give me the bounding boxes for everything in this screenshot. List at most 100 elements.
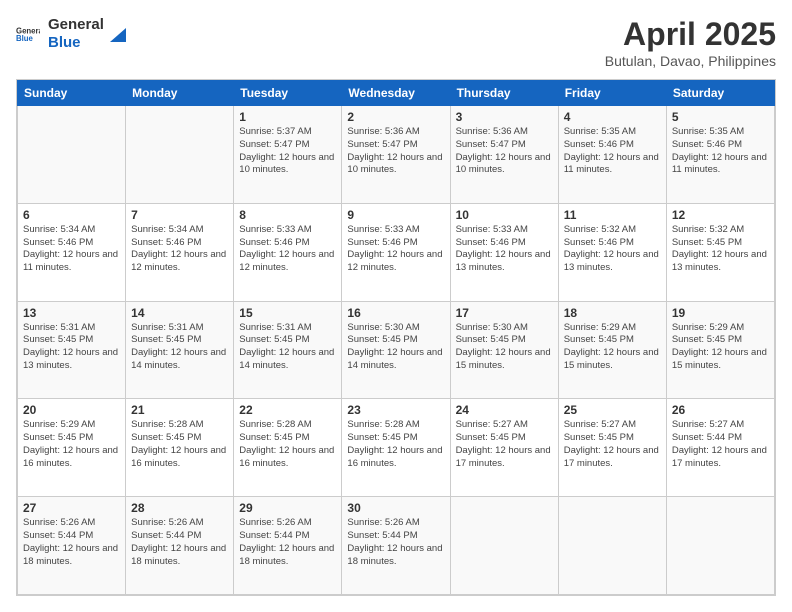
- logo-text-blue: Blue: [48, 34, 104, 52]
- day-number: 6: [23, 208, 120, 222]
- day-number: 4: [564, 110, 661, 124]
- day-info: Sunrise: 5:26 AMSunset: 5:44 PMDaylight:…: [131, 517, 228, 568]
- day-number: 25: [564, 403, 661, 417]
- day-info: Sunrise: 5:34 AMSunset: 5:46 PMDaylight:…: [23, 224, 120, 275]
- svg-text:Blue: Blue: [16, 34, 34, 43]
- logo-icon: General Blue: [16, 22, 40, 46]
- calendar-cell: 23Sunrise: 5:28 AMSunset: 5:45 PMDayligh…: [342, 399, 450, 497]
- header: General Blue General Blue April 2025 But…: [16, 16, 776, 69]
- day-number: 8: [239, 208, 336, 222]
- calendar-cell: 4Sunrise: 5:35 AMSunset: 5:46 PMDaylight…: [558, 106, 666, 204]
- calendar-cell: 28 Sunrise: 5:26 AMSunset: 5:44 PMDayligh…: [126, 497, 234, 595]
- day-number: 17: [456, 306, 553, 320]
- calendar-cell: 27 Sunrise: 5:26 AMSunset: 5:44 PMDayligh…: [18, 497, 126, 595]
- location-subtitle: Butulan, Davao, Philippines: [605, 53, 776, 69]
- day-info: Sunrise: 5:33 AMSunset: 5:46 PMDaylight:…: [239, 224, 336, 275]
- day-info: Sunrise: 5:28 AMSunset: 5:45 PMDaylight:…: [131, 419, 228, 470]
- calendar-cell: 16 Sunrise: 5:30 AMSunset: 5:45 PMDayligh…: [342, 301, 450, 399]
- calendar-cell: 25 Sunrise: 5:27 AMSunset: 5:45 PMDayligh…: [558, 399, 666, 497]
- day-number: 12: [672, 208, 769, 222]
- day-info: Sunrise: 5:32 AMSunset: 5:46 PMDaylight:…: [564, 224, 661, 275]
- day-number: 28: [131, 501, 228, 515]
- calendar-cell: 21 Sunrise: 5:28 AMSunset: 5:45 PMDayligh…: [126, 399, 234, 497]
- day-info: Sunrise: 5:27 AMSunset: 5:45 PMDaylight:…: [564, 419, 661, 470]
- day-info: Sunrise: 5:30 AMSunset: 5:45 PMDaylight:…: [456, 322, 553, 373]
- main-title: April 2025: [605, 16, 776, 53]
- calendar-cell: 7 Sunrise: 5:34 AMSunset: 5:46 PMDaylight…: [126, 203, 234, 301]
- day-info: Sunrise: 5:26 AMSunset: 5:44 PMDaylight:…: [347, 517, 444, 568]
- calendar-header-row: SundayMondayTuesdayWednesdayThursdayFrid…: [18, 81, 775, 106]
- day-info: Sunrise: 5:36 AMSunset: 5:47 PMDaylight:…: [347, 126, 444, 177]
- calendar-week-4: 20 Sunrise: 5:29 AMSunset: 5:45 PMDayligh…: [18, 399, 775, 497]
- day-header-wednesday: Wednesday: [342, 81, 450, 106]
- day-number: 20: [23, 403, 120, 417]
- calendar-week-5: 27 Sunrise: 5:26 AMSunset: 5:44 PMDayligh…: [18, 497, 775, 595]
- calendar-cell: 10 Sunrise: 5:33 AMSunset: 5:46 PMDayligh…: [450, 203, 558, 301]
- day-number: 10: [456, 208, 553, 222]
- day-number: 5: [672, 110, 769, 124]
- day-number: 9: [347, 208, 444, 222]
- day-info: Sunrise: 5:31 AMSunset: 5:45 PMDaylight:…: [23, 322, 120, 373]
- day-header-friday: Friday: [558, 81, 666, 106]
- day-header-thursday: Thursday: [450, 81, 558, 106]
- day-number: 30: [347, 501, 444, 515]
- day-info: Sunrise: 5:36 AMSunset: 5:47 PMDaylight:…: [456, 126, 553, 177]
- calendar-cell: 9Sunrise: 5:33 AMSunset: 5:46 PMDaylight…: [342, 203, 450, 301]
- logo-triangle-icon: [108, 24, 128, 44]
- day-number: 13: [23, 306, 120, 320]
- day-number: 7: [131, 208, 228, 222]
- logo: General Blue General Blue: [16, 16, 128, 52]
- day-info: Sunrise: 5:30 AMSunset: 5:45 PMDaylight:…: [347, 322, 444, 373]
- day-header-monday: Monday: [126, 81, 234, 106]
- calendar-cell: 8 Sunrise: 5:33 AMSunset: 5:46 PMDaylight…: [234, 203, 342, 301]
- day-number: 2: [347, 110, 444, 124]
- calendar-cell: 15 Sunrise: 5:31 AMSunset: 5:45 PMDayligh…: [234, 301, 342, 399]
- day-header-saturday: Saturday: [666, 81, 774, 106]
- day-number: 15: [239, 306, 336, 320]
- day-number: 27: [23, 501, 120, 515]
- calendar-cell: 17 Sunrise: 5:30 AMSunset: 5:45 PMDayligh…: [450, 301, 558, 399]
- day-info: Sunrise: 5:31 AMSunset: 5:45 PMDaylight:…: [131, 322, 228, 373]
- day-info: Sunrise: 5:33 AMSunset: 5:46 PMDaylight:…: [456, 224, 553, 275]
- calendar: SundayMondayTuesdayWednesdayThursdayFrid…: [16, 79, 776, 596]
- calendar-week-1: 1Sunrise: 5:37 AMSunset: 5:47 PMDaylight…: [18, 106, 775, 204]
- calendar-cell: 1Sunrise: 5:37 AMSunset: 5:47 PMDaylight…: [234, 106, 342, 204]
- calendar-cell: 11Sunrise: 5:32 AMSunset: 5:46 PMDayligh…: [558, 203, 666, 301]
- calendar-cell: 20 Sunrise: 5:29 AMSunset: 5:45 PMDayligh…: [18, 399, 126, 497]
- day-info: Sunrise: 5:29 AMSunset: 5:45 PMDaylight:…: [23, 419, 120, 470]
- calendar-cell: 24Sunrise: 5:27 AMSunset: 5:45 PMDayligh…: [450, 399, 558, 497]
- calendar-cell: 13 Sunrise: 5:31 AMSunset: 5:45 PMDayligh…: [18, 301, 126, 399]
- calendar-cell: 30 Sunrise: 5:26 AMSunset: 5:44 PMDayligh…: [342, 497, 450, 595]
- day-number: 18: [564, 306, 661, 320]
- day-number: 26: [672, 403, 769, 417]
- day-info: Sunrise: 5:29 AMSunset: 5:45 PMDaylight:…: [564, 322, 661, 373]
- day-info: Sunrise: 5:27 AMSunset: 5:45 PMDaylight:…: [456, 419, 553, 470]
- day-number: 19: [672, 306, 769, 320]
- calendar-cell: 22Sunrise: 5:28 AMSunset: 5:45 PMDayligh…: [234, 399, 342, 497]
- day-info: Sunrise: 5:26 AMSunset: 5:44 PMDaylight:…: [239, 517, 336, 568]
- day-info: Sunrise: 5:29 AMSunset: 5:45 PMDaylight:…: [672, 322, 769, 373]
- day-info: Sunrise: 5:28 AMSunset: 5:45 PMDaylight:…: [239, 419, 336, 470]
- day-number: 29: [239, 501, 336, 515]
- calendar-cell: 3 Sunrise: 5:36 AMSunset: 5:47 PMDaylight…: [450, 106, 558, 204]
- calendar-cell: [558, 497, 666, 595]
- day-info: Sunrise: 5:28 AMSunset: 5:45 PMDaylight:…: [347, 419, 444, 470]
- calendar-cell: 29 Sunrise: 5:26 AMSunset: 5:44 PMDayligh…: [234, 497, 342, 595]
- day-info: Sunrise: 5:34 AMSunset: 5:46 PMDaylight:…: [131, 224, 228, 275]
- day-info: Sunrise: 5:31 AMSunset: 5:45 PMDaylight:…: [239, 322, 336, 373]
- calendar-cell: 5 Sunrise: 5:35 AMSunset: 5:46 PMDaylight…: [666, 106, 774, 204]
- calendar-week-2: 6 Sunrise: 5:34 AMSunset: 5:46 PMDaylight…: [18, 203, 775, 301]
- day-number: 3: [456, 110, 553, 124]
- day-info: Sunrise: 5:26 AMSunset: 5:44 PMDaylight:…: [23, 517, 120, 568]
- calendar-cell: 6 Sunrise: 5:34 AMSunset: 5:46 PMDaylight…: [18, 203, 126, 301]
- calendar-cell: 2 Sunrise: 5:36 AMSunset: 5:47 PMDaylight…: [342, 106, 450, 204]
- day-header-tuesday: Tuesday: [234, 81, 342, 106]
- calendar-cell: 26Sunrise: 5:27 AMSunset: 5:44 PMDayligh…: [666, 399, 774, 497]
- calendar-week-3: 13 Sunrise: 5:31 AMSunset: 5:45 PMDayligh…: [18, 301, 775, 399]
- calendar-cell: [666, 497, 774, 595]
- day-number: 16: [347, 306, 444, 320]
- day-number: 21: [131, 403, 228, 417]
- day-info: Sunrise: 5:37 AMSunset: 5:47 PMDaylight:…: [239, 126, 336, 177]
- day-info: Sunrise: 5:35 AMSunset: 5:46 PMDaylight:…: [672, 126, 769, 177]
- calendar-cell: 19 Sunrise: 5:29 AMSunset: 5:45 PMDayligh…: [666, 301, 774, 399]
